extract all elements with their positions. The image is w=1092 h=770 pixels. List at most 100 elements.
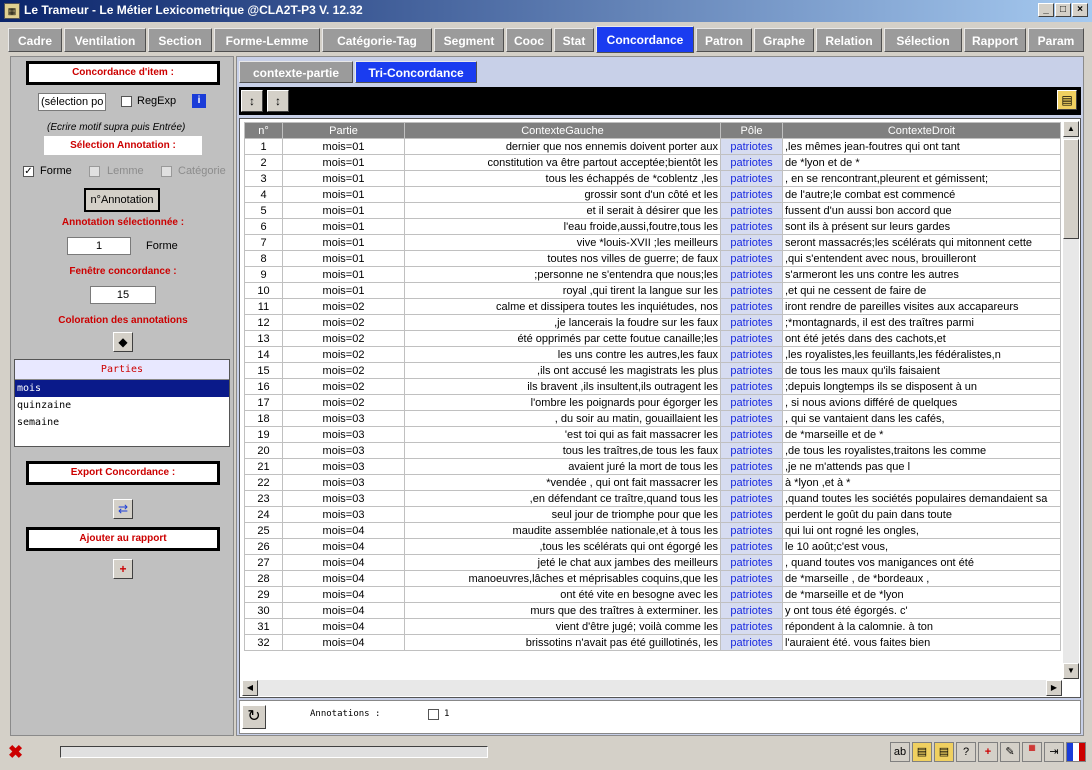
row-pole[interactable]: patriotes [720, 586, 783, 603]
tab-forme-lemme[interactable]: Forme-Lemme [214, 28, 320, 52]
table-row[interactable]: 2 mois=01 constitution va être partout acc… [244, 154, 1061, 171]
row-pole[interactable]: patriotes [720, 426, 783, 443]
subtab-tri-concordance[interactable]: Tri-Concordance [355, 61, 477, 83]
table-row[interactable]: 9 mois=01 ;personne ne s'entendra que nous… [244, 266, 1061, 283]
table-row[interactable]: 13 mois=02 été opprimés par cette foutue c… [244, 330, 1061, 347]
row-pole[interactable]: patriotes [720, 602, 783, 619]
export-icon[interactable]: ⇄ [113, 499, 133, 519]
tab-stat[interactable]: Stat [554, 28, 594, 52]
folder-open-icon[interactable]: ▤ [912, 742, 932, 762]
table-row[interactable]: 12 mois=02 ,je lancerais la foudre sur les… [244, 314, 1061, 331]
table-row[interactable]: 31 mois=04 vient d'être jugé; voilà comme … [244, 618, 1061, 635]
annotation-number-field[interactable]: 1 [67, 237, 131, 255]
table-row[interactable]: 8 mois=01 toutes nos villes de guerre; de … [244, 250, 1061, 267]
forme-checkbox[interactable]: ✓ [23, 166, 34, 177]
row-pole[interactable]: patriotes [720, 490, 783, 507]
row-pole[interactable]: patriotes [720, 330, 783, 347]
open-folder-icon[interactable]: ▤ [1057, 90, 1077, 110]
row-pole[interactable]: patriotes [720, 554, 783, 571]
table-row[interactable]: 14 mois=02 les uns contre les autres,les f… [244, 346, 1061, 363]
column-header-contexte-droit[interactable]: ContexteDroit [782, 122, 1061, 139]
row-pole[interactable]: patriotes [720, 346, 783, 363]
tab-patron[interactable]: Patron [696, 28, 752, 52]
scroll-up-icon[interactable]: ▲ [1063, 121, 1079, 137]
table-row[interactable]: 20 mois=03 tous les traîtres,de tous les f… [244, 442, 1061, 459]
sort-right-icon[interactable]: ↕ [267, 90, 289, 112]
row-pole[interactable]: patriotes [720, 186, 783, 203]
red-plus-icon[interactable]: + [978, 742, 998, 762]
column-header-partie[interactable]: Partie [282, 122, 405, 139]
scroll-thumb[interactable] [1063, 139, 1079, 239]
tab-selection[interactable]: Sélection [884, 28, 962, 52]
table-row[interactable]: 23 mois=03 ,en défendant ce traître,quand … [244, 490, 1061, 507]
regexp-checkbox[interactable] [121, 96, 132, 107]
row-pole[interactable]: patriotes [720, 410, 783, 427]
tab-graphe[interactable]: Graphe [754, 28, 814, 52]
table-row[interactable]: 1 mois=01 dernier que nos ennemis doivent … [244, 138, 1061, 155]
row-pole[interactable]: patriotes [720, 458, 783, 475]
tab-segment[interactable]: Segment [434, 28, 504, 52]
row-pole[interactable]: patriotes [720, 282, 783, 299]
row-pole[interactable]: patriotes [720, 570, 783, 587]
column-header-pole[interactable]: Pôle [720, 122, 783, 139]
row-pole[interactable]: patriotes [720, 394, 783, 411]
table-row[interactable]: 18 mois=03, du soir au matin, gouaillaien… [244, 410, 1061, 427]
scroll-left-icon[interactable]: ◀ [242, 680, 258, 696]
close-x-icon[interactable]: ✖ [8, 742, 23, 762]
table-row[interactable]: 22 mois=03 *vendée , qui ont fait massacre… [244, 474, 1061, 491]
horizontal-scrollbar[interactable]: ◀ ▶ [242, 680, 1062, 696]
refresh-icon[interactable]: ↻ [242, 705, 266, 729]
table-row[interactable]: 17 mois=02 l'ombre les poignards pour égor… [244, 394, 1061, 411]
list-item[interactable]: mois [15, 380, 229, 397]
categorie-checkbox[interactable] [161, 166, 172, 177]
table-row[interactable]: 27 mois=04 jeté le chat aux jambes des mei… [244, 554, 1061, 571]
list-item[interactable]: semaine [15, 414, 229, 431]
vertical-scrollbar[interactable]: ▲ ▼ [1063, 121, 1079, 679]
row-pole[interactable]: patriotes [720, 234, 783, 251]
row-pole[interactable]: patriotes [720, 314, 783, 331]
tab-ventilation[interactable]: Ventilation [64, 28, 146, 52]
annotation-checkbox[interactable] [428, 709, 439, 720]
add-report-icon[interactable]: + [113, 559, 133, 579]
exit-icon[interactable]: ⇥ [1044, 742, 1064, 762]
abc-icon[interactable]: ab [890, 742, 910, 762]
folder-icon[interactable]: ▤ [934, 742, 954, 762]
table-row[interactable]: 16 mois=02 ils bravent ,ils insultent,ils … [244, 378, 1061, 395]
edit-icon[interactable]: ✎ [1000, 742, 1020, 762]
tab-cadre[interactable]: Cadre [8, 28, 62, 52]
column-header-n[interactable]: n° [244, 122, 283, 139]
row-pole[interactable]: patriotes [720, 378, 783, 395]
search-input[interactable]: (sélection po [38, 93, 106, 111]
scroll-right-icon[interactable]: ▶ [1046, 680, 1062, 696]
row-pole[interactable]: patriotes [720, 442, 783, 459]
tab-concordance[interactable]: Concordance [596, 26, 694, 53]
minimize-button[interactable]: _ [1038, 3, 1054, 17]
table-row[interactable]: 5 mois=01 et il serait à désirer que les pa… [244, 202, 1061, 219]
table-row[interactable]: 21 mois=03 avaient juré la mort de tous le… [244, 458, 1061, 475]
maximize-button[interactable]: □ [1055, 3, 1071, 17]
list-item[interactable]: quinzaine [15, 397, 229, 414]
lemme-checkbox[interactable] [89, 166, 100, 177]
table-row[interactable]: 3 mois=01 tous les échappés de *coblentz ,… [244, 170, 1061, 187]
paint-bucket-icon[interactable]: ◆ [113, 332, 133, 352]
row-pole[interactable]: patriotes [720, 218, 783, 235]
table-row[interactable]: 15 mois=02 ,ils ont accusé les magistrats … [244, 362, 1061, 379]
close-button[interactable]: × [1072, 3, 1088, 17]
table-row[interactable]: 24 mois=03 seul jour de triomphe pour que … [244, 506, 1061, 523]
tab-section[interactable]: Section [148, 28, 212, 52]
tab-categorie-tag[interactable]: Catégorie-Tag [322, 28, 432, 52]
tab-cooc[interactable]: Cooc [506, 28, 552, 52]
row-pole[interactable]: patriotes [720, 266, 783, 283]
table-row[interactable]: 30 mois=04 murs que des traîtres à extermi… [244, 602, 1061, 619]
table-row[interactable]: 32 mois=04 brissotins n'avait pas été guil… [244, 634, 1061, 651]
row-pole[interactable]: patriotes [720, 618, 783, 635]
table-row[interactable]: 26 mois=04 ,tous les scélérats qui ont égo… [244, 538, 1061, 555]
row-pole[interactable]: patriotes [720, 298, 783, 315]
row-pole[interactable]: patriotes [720, 170, 783, 187]
row-pole[interactable]: patriotes [720, 138, 783, 155]
row-pole[interactable]: patriotes [720, 506, 783, 523]
row-pole[interactable]: patriotes [720, 250, 783, 267]
help-icon[interactable]: ? [956, 742, 976, 762]
tab-relation[interactable]: Relation [816, 28, 882, 52]
table-row[interactable]: 11 mois=02 calme et dissipera toutes les i… [244, 298, 1061, 315]
